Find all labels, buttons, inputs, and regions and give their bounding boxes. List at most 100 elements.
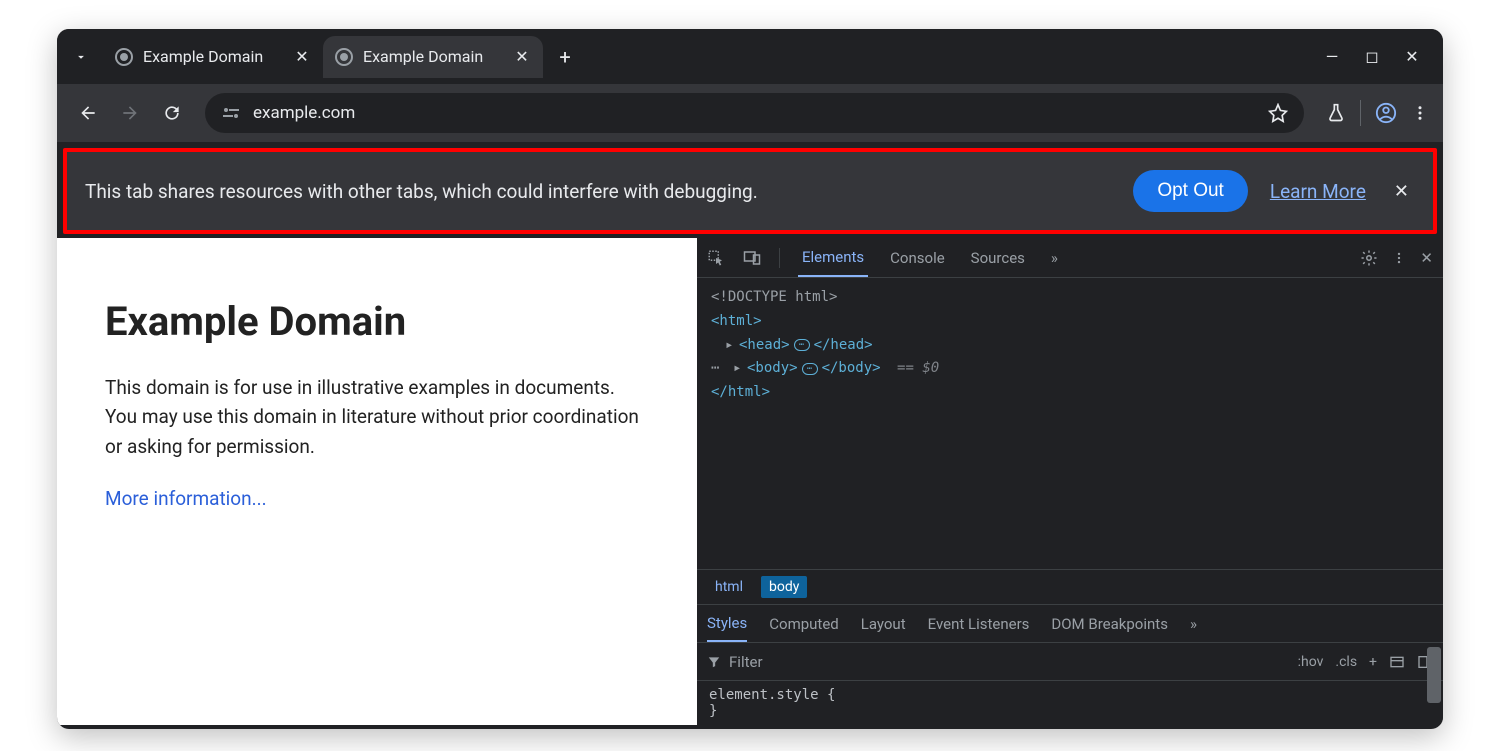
tab-title: Example Domain xyxy=(363,47,483,66)
globe-icon xyxy=(115,48,133,66)
tab-elements[interactable]: Elements xyxy=(798,238,868,277)
forward-button[interactable] xyxy=(113,96,147,130)
tab-close-button[interactable]: ✕ xyxy=(513,48,531,66)
tabs-dropdown-button[interactable] xyxy=(67,43,95,71)
devtools-menu-button[interactable] xyxy=(1392,251,1406,265)
styles-filter-bar: Filter :hov .cls + xyxy=(697,642,1443,680)
devtools-tabs: Elements Console Sources » ✕ xyxy=(697,238,1443,278)
arrow-left-icon xyxy=(78,103,98,123)
infobar-highlight: This tab shares resources with other tab… xyxy=(63,148,1437,234)
ellipsis-icon[interactable]: ⋯ xyxy=(794,339,810,351)
dom-head-close: </head> xyxy=(814,334,873,358)
address-bar[interactable]: example.com xyxy=(205,93,1304,133)
tab-inactive[interactable]: Example Domain ✕ xyxy=(103,36,323,78)
devtools-settings-button[interactable] xyxy=(1360,249,1378,267)
subtab-computed[interactable]: Computed xyxy=(769,615,839,633)
devtools-close-button[interactable]: ✕ xyxy=(1420,249,1433,267)
bookmark-button[interactable] xyxy=(1268,103,1288,123)
devtools-panel: Elements Console Sources » ✕ <!DOCTYPE h… xyxy=(697,238,1443,725)
back-button[interactable] xyxy=(71,96,105,130)
funnel-icon xyxy=(707,655,721,669)
labs-button[interactable] xyxy=(1326,103,1346,123)
dom-html-open[interactable]: <html> xyxy=(711,310,762,334)
tab-console[interactable]: Console xyxy=(886,238,949,277)
browser-window: Example Domain ✕ Example Domain ✕ + — ◻ … xyxy=(57,29,1443,729)
arrow-right-icon xyxy=(120,103,140,123)
tab-active[interactable]: Example Domain ✕ xyxy=(323,36,543,78)
filter-input[interactable]: Filter xyxy=(707,653,1288,671)
chevron-down-icon xyxy=(74,50,88,64)
dom-doctype: <!DOCTYPE html> xyxy=(711,286,837,310)
page-paragraph: This domain is for use in illustrative e… xyxy=(105,373,645,461)
dom-tree[interactable]: <!DOCTYPE html> <html> ▸ <head> ⋯ </head… xyxy=(697,278,1443,569)
crumb-html[interactable]: html xyxy=(707,576,751,598)
maximize-button[interactable]: ◻ xyxy=(1363,47,1381,66)
new-style-rule-button[interactable]: + xyxy=(1369,654,1377,670)
page-heading: Example Domain xyxy=(105,298,649,345)
tune-icon xyxy=(221,106,241,120)
panel-icon xyxy=(1389,654,1405,670)
cls-toggle[interactable]: .cls xyxy=(1335,654,1357,670)
opt-out-button[interactable]: Opt Out xyxy=(1133,170,1248,212)
toolbar-right xyxy=(1320,100,1429,126)
window-controls: — ◻ ✕ xyxy=(1323,47,1443,66)
more-information-link[interactable]: More information... xyxy=(105,487,267,510)
dom-body-open[interactable]: <body> xyxy=(747,357,798,381)
infobar-close-button[interactable]: ✕ xyxy=(1388,181,1415,202)
site-controls-icon[interactable] xyxy=(221,106,241,120)
toolbar: example.com xyxy=(57,84,1443,142)
tab-close-button[interactable]: ✕ xyxy=(293,48,311,66)
dom-head-open[interactable]: <head> xyxy=(739,334,790,358)
device-toolbar-button[interactable] xyxy=(743,249,761,267)
selected-dots: ⋯ xyxy=(711,357,729,381)
inspect-element-button[interactable] xyxy=(707,249,725,267)
divider xyxy=(779,248,780,268)
dom-body-close: </body> xyxy=(822,357,881,381)
star-icon xyxy=(1268,103,1288,123)
styles-tabs: Styles Computed Layout Event Listeners D… xyxy=(697,604,1443,642)
page-content: Example Domain This domain is for use in… xyxy=(57,238,697,725)
minimize-button[interactable]: — xyxy=(1323,47,1341,66)
flask-icon xyxy=(1326,103,1346,123)
infobar: This tab shares resources with other tab… xyxy=(67,152,1433,230)
gear-icon xyxy=(1360,249,1378,267)
dom-breadcrumbs: html body xyxy=(697,569,1443,604)
profile-button[interactable] xyxy=(1375,102,1397,124)
selected-marker: == $0 xyxy=(897,357,939,381)
kebab-icon xyxy=(1411,104,1429,122)
cursor-box-icon xyxy=(707,249,725,267)
subtab-styles[interactable]: Styles xyxy=(707,605,747,642)
tab-strip: Example Domain ✕ Example Domain ✕ + — ◻ … xyxy=(57,29,1443,84)
menu-button[interactable] xyxy=(1411,104,1429,122)
filter-placeholder: Filter xyxy=(729,653,763,671)
globe-icon xyxy=(335,48,353,66)
kebab-icon xyxy=(1392,251,1406,265)
crumb-body[interactable]: body xyxy=(761,576,807,598)
tab-sources[interactable]: Sources xyxy=(967,238,1029,277)
style-rule-line: } xyxy=(709,703,1431,719)
reload-icon xyxy=(162,103,182,123)
content-area: Example Domain This domain is for use in… xyxy=(57,238,1443,725)
dom-html-close: </html> xyxy=(711,381,770,405)
tab-more[interactable]: » xyxy=(1047,238,1062,277)
styles-pane[interactable]: element.style { } xyxy=(697,680,1443,725)
learn-more-link[interactable]: Learn More xyxy=(1270,180,1366,203)
ellipsis-icon[interactable]: ⋯ xyxy=(802,363,818,375)
subtab-dom-breakpoints[interactable]: DOM Breakpoints xyxy=(1051,615,1168,633)
new-tab-button[interactable]: + xyxy=(549,41,581,73)
divider xyxy=(1360,100,1361,126)
expand-caret[interactable]: ▸ xyxy=(725,334,735,358)
subtab-event-listeners[interactable]: Event Listeners xyxy=(928,615,1030,633)
url-text: example.com xyxy=(253,103,355,123)
infobar-message: This tab shares resources with other tab… xyxy=(85,180,1111,203)
tab-title: Example Domain xyxy=(143,47,263,66)
subtab-layout[interactable]: Layout xyxy=(861,615,906,633)
computed-styles-button[interactable] xyxy=(1389,654,1405,670)
hov-toggle[interactable]: :hov xyxy=(1298,654,1324,670)
style-rule-line: element.style { xyxy=(709,687,1431,703)
reload-button[interactable] xyxy=(155,96,189,130)
scrollbar-thumb[interactable] xyxy=(1427,647,1441,703)
expand-caret[interactable]: ▸ xyxy=(733,357,743,381)
subtab-more[interactable]: » xyxy=(1190,615,1197,633)
close-window-button[interactable]: ✕ xyxy=(1403,47,1421,66)
